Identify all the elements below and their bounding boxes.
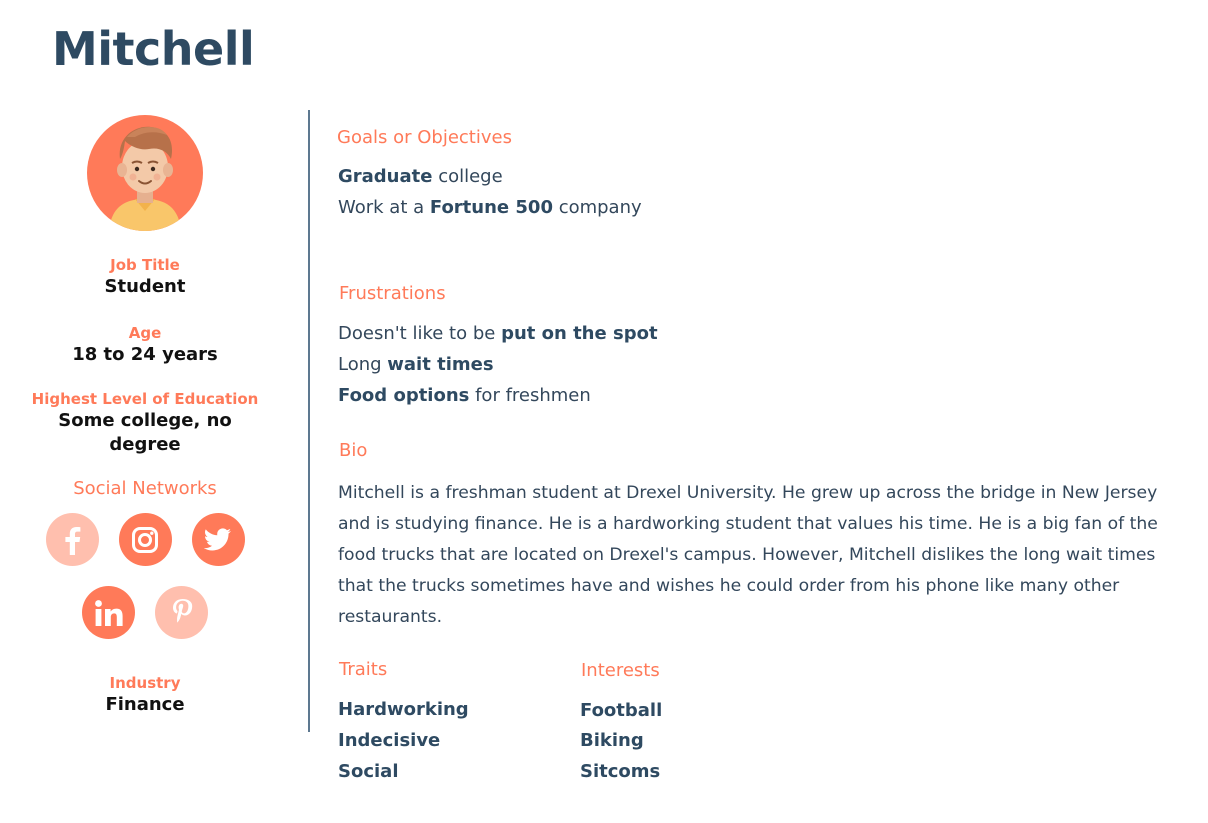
avatar-illustration [109,126,181,231]
goal-item: Work at a Fortune 500 company [338,197,642,218]
interest-item: Biking [580,730,644,751]
industry-label: Industry [109,674,181,692]
industry-field: Industry Finance [20,673,270,717]
trait-item: Indecisive [338,730,441,751]
education-label: Highest Level of Education [31,390,259,408]
goals-heading: Goals or Objectives [337,127,512,148]
social-networks-label: Social Networks [73,478,217,499]
frustration-item: Doesn't like to be put on the spot [338,323,658,344]
frustration-item: Long wait times [338,354,494,375]
job-title-field: Job Title Student [20,255,270,299]
social-icons-row-1 [20,513,270,566]
job-title-value: Student [104,276,186,297]
trait-item: Social [338,761,399,782]
interest-item: Sitcoms [580,761,661,782]
age-value: 18 to 24 years [72,344,218,365]
interest-item: Football [580,700,663,721]
bio-heading: Bio [339,440,368,461]
education-field: Highest Level of Education Some college,… [20,389,270,457]
profile-sidebar: Job Title Student Age 18 to 24 years Hig… [20,115,270,717]
social-icons-row-2 [20,586,270,639]
linkedin-icon[interactable] [82,586,135,639]
persona-card: Mitchell Job Title Student Age 18 to 24 … [0,0,1208,823]
frustration-item: Food options for freshmen [338,385,591,406]
job-title-label: Job Title [110,256,180,274]
age-label: Age [128,324,162,342]
industry-value: Finance [105,694,185,715]
bio-text: Mitchell is a freshman student at Drexel… [338,483,1158,627]
interests-heading: Interests [581,660,660,681]
persona-name: Mitchell [52,22,255,76]
avatar [87,115,203,231]
column-divider [308,110,310,732]
goal-item: Graduate college [338,166,503,187]
education-value: Some college, no degree [58,410,232,455]
age-field: Age 18 to 24 years [20,323,270,367]
traits-heading: Traits [339,659,388,680]
twitter-icon[interactable] [191,513,245,566]
facebook-icon[interactable] [45,513,99,566]
instagram-icon[interactable] [118,513,172,566]
pinterest-icon[interactable] [155,586,208,639]
frustrations-heading: Frustrations [339,283,446,304]
trait-item: Hardworking [338,699,469,720]
